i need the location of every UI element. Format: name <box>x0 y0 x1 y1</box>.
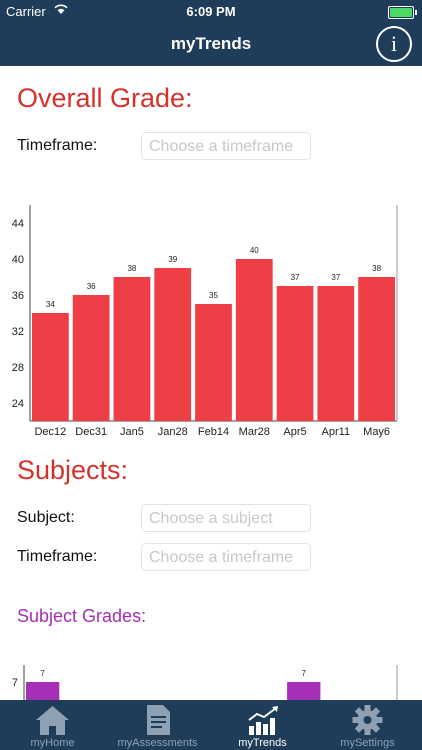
subjects-heading: Subjects: <box>17 455 129 485</box>
grade-bar <box>72 295 110 421</box>
nav-bar: myTrends i <box>0 22 422 66</box>
bar-value-label: 37 <box>291 273 300 282</box>
bar-value-label: 7 <box>302 669 307 678</box>
status-time: 6:09 PM <box>186 4 236 19</box>
bar-value-label: 38 <box>372 264 381 273</box>
tab-label: myHome <box>30 737 75 749</box>
subject-timeframe-input[interactable]: Choose a timeframe <box>141 543 311 571</box>
info-button[interactable]: i <box>376 26 412 62</box>
grade-bar <box>32 313 69 421</box>
subject-input[interactable]: Choose a subject <box>141 504 311 532</box>
x-tick-label: Apr5 <box>283 426 306 438</box>
grade-bar <box>235 259 273 421</box>
bar-value-label: 37 <box>331 273 340 282</box>
tab-mysettings[interactable]: mySettings <box>315 700 420 750</box>
bar-value-label: 39 <box>168 255 177 264</box>
y-tick-label: 7 <box>12 677 18 689</box>
overall-grade-heading: Overall Grade: <box>17 83 193 113</box>
subject-grades-chart: 7 7 7 <box>12 665 398 700</box>
subject-label: Subject: <box>17 509 75 526</box>
grade-bar <box>195 304 232 421</box>
bar-value-label: 35 <box>209 291 218 300</box>
grade-bar <box>358 277 395 421</box>
subject-grades-heading: Subject Grades: <box>17 606 147 626</box>
grade-bar <box>113 277 151 421</box>
x-tick-label: May6 <box>363 426 390 438</box>
y-tick-label: 44 <box>12 218 24 230</box>
overall-timeframe-label: Timeframe: <box>17 137 98 154</box>
y-tick-label: 24 <box>12 398 24 410</box>
x-tick-label: Mar28 <box>239 426 270 438</box>
grade-bar <box>276 286 314 421</box>
bar-value-label: 40 <box>250 246 259 255</box>
subject-timeframe-label: Timeframe: <box>17 548 98 565</box>
tab-label: myTrends <box>238 737 287 749</box>
info-icon: i <box>390 31 398 56</box>
bar-value-label: 38 <box>127 264 136 273</box>
tab-mytrends[interactable]: myTrends <box>210 700 315 750</box>
document-icon <box>147 705 170 735</box>
tab-bar: myHome myAssessments myTrends mySettings <box>0 700 422 750</box>
tab-myhome[interactable]: myHome <box>0 700 105 750</box>
tab-label: myAssessments <box>117 737 198 749</box>
x-tick-label: Dec31 <box>75 426 107 438</box>
bar-value-label: 7 <box>40 669 45 678</box>
status-bar: Carrier 6:09 PM <box>0 0 422 22</box>
x-tick-label: Jan5 <box>120 426 144 438</box>
y-tick-label: 28 <box>12 362 24 374</box>
y-tick-label: 40 <box>12 254 24 266</box>
grade-bar <box>154 268 192 421</box>
gear-icon <box>352 705 383 735</box>
subject-bar <box>287 682 321 700</box>
nav-title: myTrends <box>170 34 252 53</box>
bar-value-label: 34 <box>46 300 55 309</box>
tab-myassessments[interactable]: myAssessments <box>105 700 210 750</box>
tab-label: mySettings <box>340 737 395 749</box>
x-tick-label: Dec12 <box>34 426 66 438</box>
x-tick-label: Apr11 <box>322 426 351 438</box>
y-tick-label: 36 <box>12 290 24 302</box>
subject-bar <box>26 682 60 700</box>
x-tick-label: Feb14 <box>198 426 229 438</box>
battery-icon <box>388 6 417 19</box>
bar-value-label: 36 <box>87 282 96 291</box>
home-icon <box>36 706 69 735</box>
grade-bar <box>317 286 355 421</box>
trend-chart-icon <box>248 706 278 735</box>
x-tick-label: Jan28 <box>158 426 188 438</box>
overall-timeframe-input[interactable]: Choose a timeframe <box>141 132 311 160</box>
overall-grade-chart: 24 28 32 36 40 44 34 Dec12 36 Dec31 38 Jan5 39 Jan28 3… <box>12 205 398 438</box>
y-tick-label: 32 <box>12 326 24 338</box>
